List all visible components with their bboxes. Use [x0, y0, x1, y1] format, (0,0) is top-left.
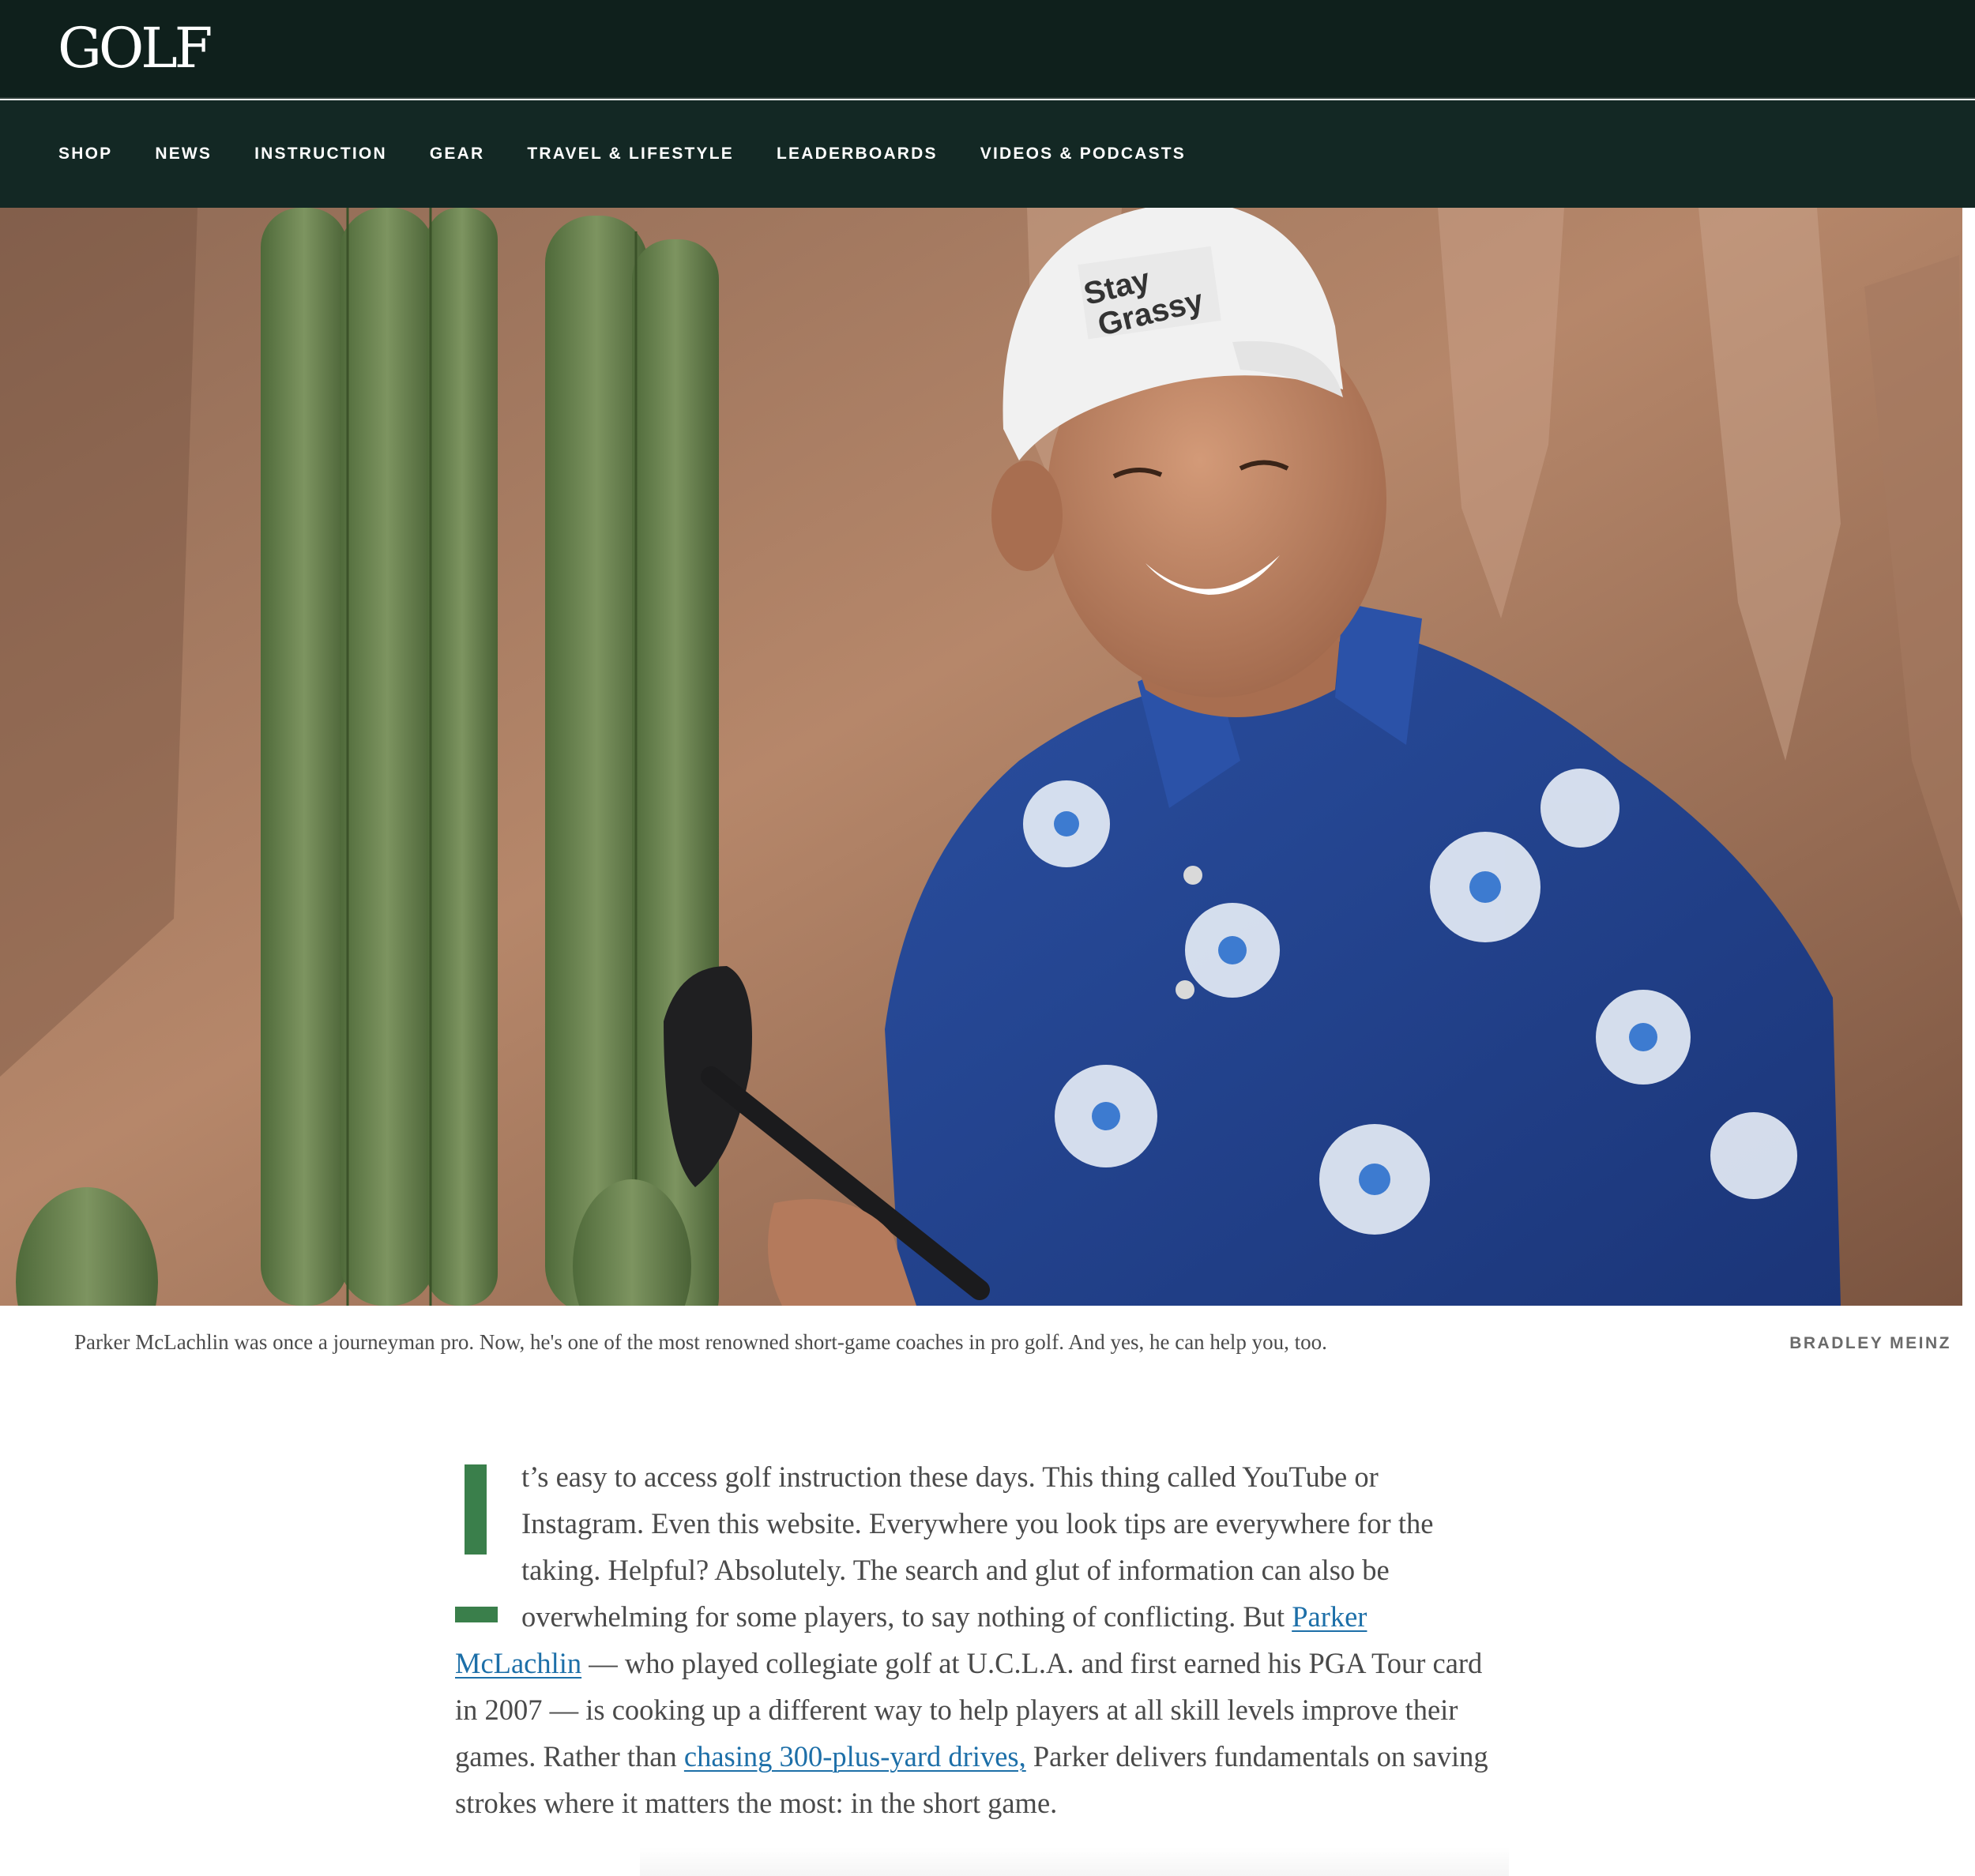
hero-image: Stay Grassy	[0, 208, 1962, 1306]
nav-item-instruction[interactable]: INSTRUCTION	[254, 145, 387, 164]
article-body: I t’s easy to access golf instruction th…	[455, 1453, 1490, 1826]
top-header: GOLF	[0, 0, 1975, 99]
nav-item-travel-lifestyle[interactable]: TRAVEL & LIFESTYLE	[527, 145, 734, 164]
nav-item-gear[interactable]: GEAR	[430, 145, 484, 164]
main-nav: SHOP NEWS INSTRUCTION GEAR TRAVEL & LIFE…	[0, 100, 1975, 208]
nav-item-shop[interactable]: SHOP	[58, 145, 112, 164]
content-fade	[640, 1847, 1509, 1876]
chasing-drives-link[interactable]: chasing 300-plus-yard drives,	[684, 1740, 1026, 1773]
nav-list: SHOP NEWS INSTRUCTION GEAR TRAVEL & LIFE…	[58, 100, 1228, 208]
golf-logo[interactable]: GOLF	[58, 19, 213, 77]
nav-item-news[interactable]: NEWS	[155, 145, 212, 164]
photo-credit: BRADLEY MEINZ	[1789, 1334, 1951, 1352]
image-caption: Parker McLachlin was once a journeyman p…	[74, 1330, 1327, 1354]
nav-item-leaderboards[interactable]: LEADERBOARDS	[777, 145, 938, 164]
nav-item-videos-podcasts[interactable]: VIDEOS & PODCASTS	[980, 145, 1186, 164]
dropcap: I	[455, 1464, 518, 1622]
